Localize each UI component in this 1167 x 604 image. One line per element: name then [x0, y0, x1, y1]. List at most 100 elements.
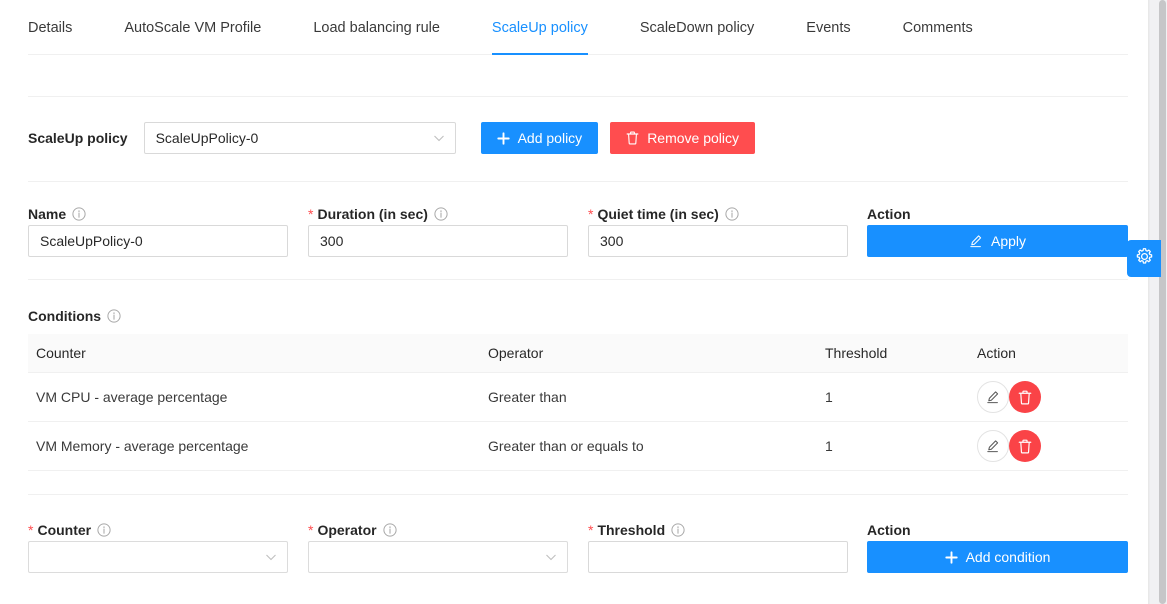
- column-header-operator: Operator: [480, 334, 817, 373]
- policy-select-value: ScaleUpPolicy-0: [156, 130, 259, 146]
- field-label-text: Threshold: [597, 522, 665, 538]
- settings-gear-fab[interactable]: [1127, 240, 1161, 277]
- field-quiet-time-control: 300: [588, 225, 848, 257]
- tab-load-balancing-rule[interactable]: Load balancing rule: [313, 0, 440, 55]
- tab-events[interactable]: Events: [806, 0, 850, 55]
- table-row: VM CPU - average percentage Greater than…: [28, 373, 1128, 422]
- info-circle-icon[interactable]: [97, 523, 111, 537]
- threshold-input[interactable]: [588, 541, 848, 573]
- tab-details[interactable]: Details: [28, 0, 72, 55]
- tab-label: Load balancing rule: [313, 20, 440, 36]
- quiet-time-input[interactable]: 300: [588, 225, 848, 257]
- conditions-table: Counter Operator Threshold Action VM CPU…: [28, 334, 1128, 471]
- cell-action: [969, 422, 1128, 471]
- policy-action-control: Apply: [867, 225, 1128, 257]
- delete-condition-button[interactable]: [1009, 381, 1041, 413]
- remove-policy-button[interactable]: Remove policy: [610, 122, 755, 154]
- apply-button[interactable]: Apply: [867, 225, 1128, 257]
- cell-counter: VM Memory - average percentage: [28, 422, 480, 471]
- pencil-icon: [969, 234, 983, 248]
- info-circle-icon[interactable]: [671, 523, 685, 537]
- tab-label: ScaleUp policy: [492, 20, 588, 36]
- delete-condition-button[interactable]: [1009, 430, 1041, 462]
- tab-label: AutoScale VM Profile: [124, 20, 261, 36]
- field-duration-label: * Duration (in sec): [308, 204, 448, 224]
- vertical-scrollbar-thumb[interactable]: [1159, 0, 1166, 604]
- conditions-heading-text: Conditions: [28, 308, 101, 324]
- gear-icon: [1136, 248, 1153, 270]
- tab-comments[interactable]: Comments: [903, 0, 973, 55]
- divider-below-tabs: [28, 96, 1128, 97]
- required-asterisk: *: [308, 207, 313, 221]
- policy-selector-row: ScaleUp policy ScaleUpPolicy-0 Add polic…: [28, 122, 755, 154]
- field-quiet-time-label: * Quiet time (in sec): [588, 204, 739, 224]
- table-row: VM Memory - average percentage Greater t…: [28, 422, 1128, 471]
- required-asterisk: *: [28, 523, 33, 537]
- info-circle-icon[interactable]: [725, 207, 739, 221]
- scaleup-policy-page: Details AutoScale VM Profile Load balanc…: [0, 0, 1167, 604]
- chevron-down-icon: [433, 132, 445, 144]
- tab-label: Comments: [903, 20, 973, 36]
- required-asterisk: *: [588, 523, 593, 537]
- name-input-value: ScaleUpPolicy-0: [40, 233, 143, 249]
- field-label-text: Counter: [37, 522, 91, 538]
- cell-counter: VM CPU - average percentage: [28, 373, 480, 422]
- divider-below-policy-selector: [28, 181, 1128, 182]
- policy-select[interactable]: ScaleUpPolicy-0: [144, 122, 456, 154]
- chevron-down-icon: [265, 551, 277, 563]
- field-label-text: Duration (in sec): [317, 206, 427, 222]
- condition-action-label: Action: [867, 520, 911, 540]
- name-input[interactable]: ScaleUpPolicy-0: [28, 225, 288, 257]
- column-header-action: Action: [969, 334, 1128, 373]
- info-circle-icon[interactable]: [107, 309, 121, 323]
- table-header-row: Counter Operator Threshold Action: [28, 334, 1128, 373]
- column-header-counter: Counter: [28, 334, 480, 373]
- tab-scaleup-policy[interactable]: ScaleUp policy: [492, 0, 588, 55]
- cell-operator: Greater than or equals to: [480, 422, 817, 471]
- add-condition-label: Add condition: [966, 549, 1051, 565]
- field-label-text: Operator: [317, 522, 376, 538]
- add-condition-row: * Counter: [28, 520, 1128, 574]
- required-asterisk: *: [588, 207, 593, 221]
- edit-condition-button[interactable]: [977, 430, 1009, 462]
- apply-button-label: Apply: [991, 233, 1026, 249]
- field-threshold-control: [588, 541, 848, 573]
- tab-scaledown-policy[interactable]: ScaleDown policy: [640, 0, 754, 55]
- field-label-text: Action: [867, 522, 911, 538]
- info-circle-icon[interactable]: [72, 207, 86, 221]
- vertical-scrollbar-track[interactable]: [1149, 0, 1167, 604]
- plus-icon: [945, 551, 958, 564]
- cell-operator: Greater than: [480, 373, 817, 422]
- tab-label: ScaleDown policy: [640, 20, 754, 36]
- info-circle-icon[interactable]: [383, 523, 397, 537]
- info-circle-icon[interactable]: [434, 207, 448, 221]
- add-policy-button[interactable]: Add policy: [481, 122, 599, 154]
- field-operator-label: * Operator: [308, 520, 397, 540]
- field-name-label: Name: [28, 204, 86, 224]
- cell-threshold: 1: [817, 422, 969, 471]
- plus-icon: [497, 132, 510, 145]
- add-policy-label: Add policy: [518, 130, 583, 146]
- field-counter-label: * Counter: [28, 520, 111, 540]
- tab-list: Details AutoScale VM Profile Load balanc…: [28, 0, 973, 55]
- cell-action: [969, 373, 1128, 422]
- operator-select[interactable]: [308, 541, 568, 573]
- tab-bar: Details AutoScale VM Profile Load balanc…: [0, 0, 1149, 55]
- counter-select[interactable]: [28, 541, 288, 573]
- policy-action-label: Action: [867, 204, 911, 224]
- policy-form-row: Name ScaleUpPolicy-0 * Duration (: [28, 204, 1128, 258]
- edit-condition-button[interactable]: [977, 381, 1009, 413]
- conditions-table-body: VM CPU - average percentage Greater than…: [28, 373, 1128, 471]
- tab-autoscale-vm-profile[interactable]: AutoScale VM Profile: [124, 0, 261, 55]
- field-label-text: Name: [28, 206, 66, 222]
- chevron-down-icon: [545, 551, 557, 563]
- tab-label: Details: [28, 20, 72, 36]
- required-asterisk: *: [308, 523, 313, 537]
- field-counter-control: [28, 541, 288, 573]
- divider-below-policy-form: [28, 279, 1128, 280]
- field-threshold-label: * Threshold: [588, 520, 685, 540]
- field-duration-control: 300: [308, 225, 568, 257]
- field-label-text: Action: [867, 206, 911, 222]
- duration-input[interactable]: 300: [308, 225, 568, 257]
- add-condition-button[interactable]: Add condition: [867, 541, 1128, 573]
